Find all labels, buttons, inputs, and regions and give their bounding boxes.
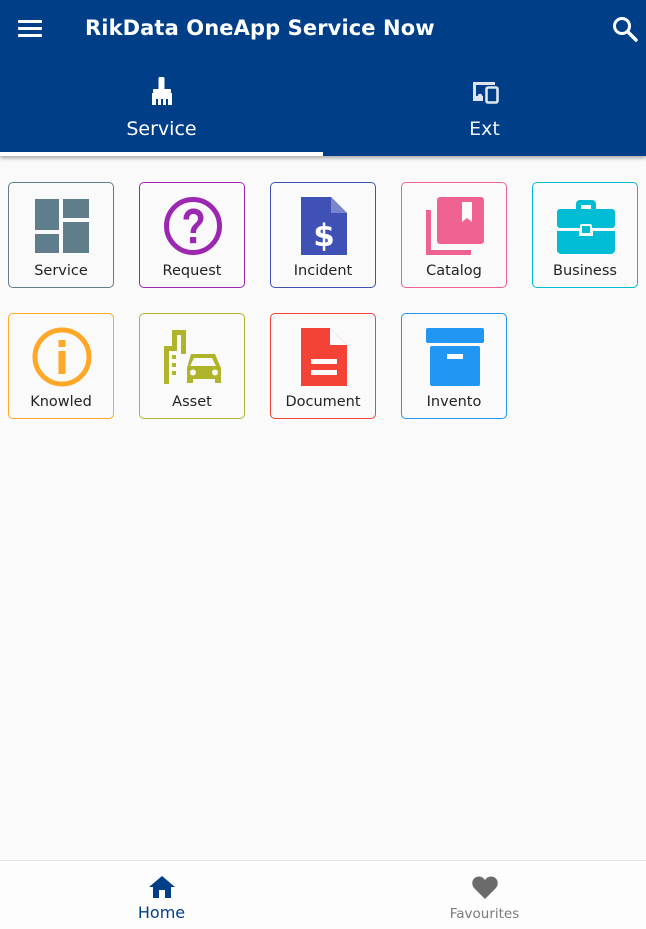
tile-request[interactable]: Request xyxy=(139,182,245,288)
document-icon xyxy=(301,328,347,386)
app-title: RikData OneApp Service Now xyxy=(85,16,435,40)
devices-icon xyxy=(472,82,499,104)
menu-icon[interactable] xyxy=(16,17,44,41)
home-icon xyxy=(148,876,175,898)
app-bar: RikData OneApp Service Now Service Ext xyxy=(0,0,646,156)
library-books-icon xyxy=(426,197,484,255)
tab-service-label: Service xyxy=(126,118,197,140)
search-icon[interactable] xyxy=(610,14,640,44)
bottom-nav-favourites-label: Favourites xyxy=(449,906,520,922)
tile-label: Service xyxy=(34,263,88,279)
bottom-nav-home[interactable]: Home xyxy=(0,861,323,929)
tile-knowledge[interactable]: Knowled xyxy=(8,313,114,419)
tab-ext-label: Ext xyxy=(469,118,500,140)
tile-incident[interactable]: $ Incident xyxy=(270,182,376,288)
svg-text:$: $ xyxy=(313,218,335,254)
dashboard-icon xyxy=(35,199,89,253)
tile-business[interactable]: Business xyxy=(532,182,638,288)
tile-asset[interactable]: Asset xyxy=(139,313,245,419)
tile-inventory[interactable]: Invento xyxy=(401,313,507,419)
briefcase-icon xyxy=(557,200,615,254)
tile-label: Document xyxy=(285,394,361,410)
bottom-nav-favourites[interactable]: Favourites xyxy=(323,861,646,929)
tile-service[interactable]: Service xyxy=(8,182,114,288)
tile-document[interactable]: Document xyxy=(270,313,376,419)
bottom-nav-home-label: Home xyxy=(137,903,186,922)
broom-icon xyxy=(151,77,172,105)
tile-label: Incident xyxy=(293,263,353,279)
city-car-icon xyxy=(164,330,221,384)
info-circle-icon xyxy=(32,327,92,387)
tab-ext[interactable]: Ext xyxy=(323,60,646,156)
tab-indicator xyxy=(0,152,323,156)
bottom-navigation: Home Favourites xyxy=(0,860,646,929)
tab-service[interactable]: Service xyxy=(0,60,323,156)
tile-label: Request xyxy=(162,263,222,279)
help-circle-icon xyxy=(164,197,222,255)
invoice-dollar-icon: $ xyxy=(301,197,347,255)
tile-label: Invento xyxy=(426,394,482,410)
tile-catalog[interactable]: Catalog xyxy=(401,182,507,288)
tile-label: Business xyxy=(553,263,617,279)
tile-label: Asset xyxy=(172,394,212,410)
tile-label: Knowled xyxy=(30,394,92,410)
heart-icon xyxy=(471,876,498,899)
archive-box-icon xyxy=(426,328,484,386)
tile-label: Catalog xyxy=(426,263,482,279)
